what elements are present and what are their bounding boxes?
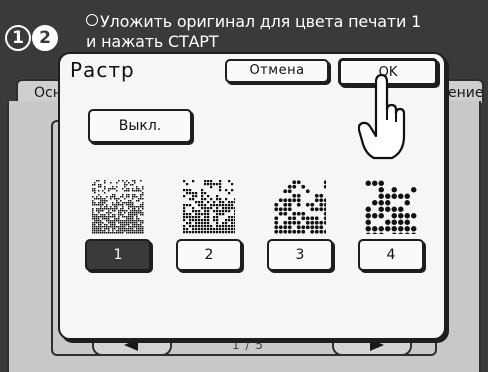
step-1-indicator: 1 [5,25,31,51]
screen-option-1-button[interactable]: 1 [85,239,151,271]
background-page-indicator: 1 / 5 [232,338,264,352]
circle-marker-icon [86,14,98,26]
cancel-button[interactable]: Отмена [225,59,329,83]
arrow-right-icon [370,339,384,351]
instruction-text-1: Уложить оригинал для цвета печати 1 [100,12,422,31]
touch-panel-screen: 1 2 Уложить оригинал для цвета печати 1 … [0,0,488,372]
screen-pattern-2-swatch [183,180,235,234]
instruction-line-1: Уложить оригинал для цвета печати 1 [86,12,421,31]
step-2-indicator: 2 [32,25,58,51]
screen-off-button[interactable]: Выкл. [88,109,192,143]
screen-option-3-button[interactable]: 3 [267,239,333,271]
arrow-left-icon [124,339,138,351]
screen-option-4-button[interactable]: 4 [358,239,424,271]
screen-pattern-4-swatch [365,180,417,234]
screen-pattern-3-swatch [274,180,326,234]
instruction-line-2: и нажать СТАРТ [86,32,219,51]
screen-option-2-button[interactable]: 2 [176,239,242,271]
dialog-title: Растр [70,58,135,82]
background-tab-right: ение [440,79,484,103]
hand-pointer-icon [358,74,406,160]
screen-pattern-1-swatch [92,180,144,234]
